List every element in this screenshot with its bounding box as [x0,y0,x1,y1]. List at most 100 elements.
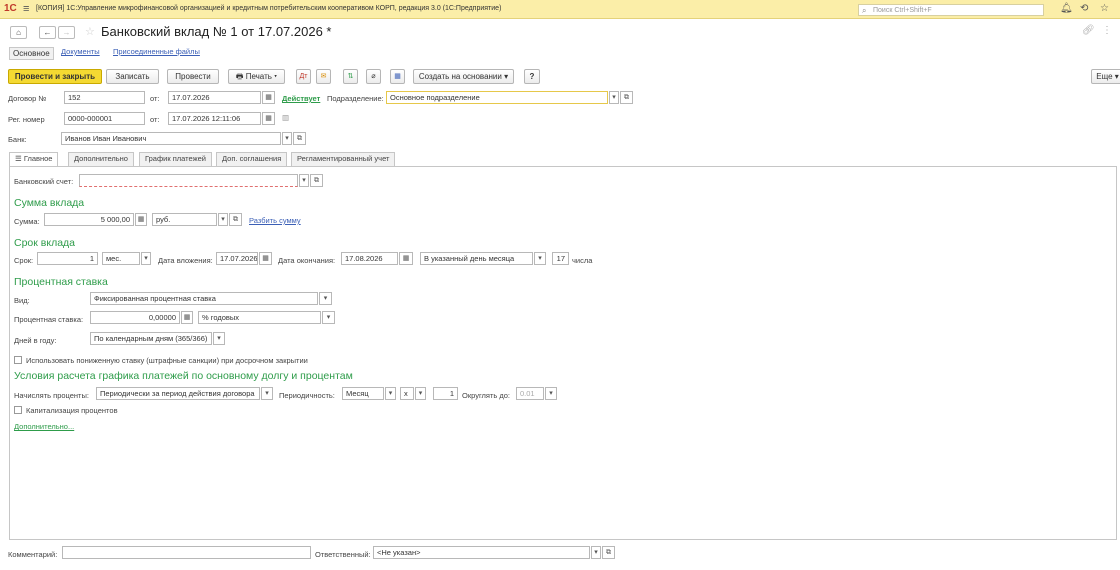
term-unit-dropdown-icon[interactable]: ▾ [141,252,151,265]
day-mode-field[interactable]: В указанный день месяца [420,252,533,265]
rate-calculator-icon[interactable]: ▦ [181,311,193,324]
end-calendar-icon[interactable]: ▦ [399,252,413,265]
period-field[interactable]: Месяц [342,387,384,400]
subtab-attached-files[interactable]: Присоединенные файлы [113,47,200,56]
split-sum-link[interactable]: Разбить сумму [249,216,301,225]
more-vertical-icon[interactable]: ⋮ [1102,25,1112,36]
day-suffix-label: числа [572,256,593,265]
placement-calendar-icon[interactable]: ▦ [259,252,272,265]
report-icon[interactable]: ▦ [390,69,405,84]
division-open-icon[interactable]: ⧉ [620,91,633,104]
reg-extra-icon[interactable]: ▥ [282,113,289,122]
favorites-star-icon[interactable]: ☆ [1100,3,1109,14]
printer-icon: 🖶︎ [235,72,246,81]
tab-payment-schedule[interactable]: График платежей [139,152,212,166]
print-button[interactable]: 🖶︎ Печать ▾ [228,69,285,84]
bell-icon[interactable]: 🔔︎ [1060,3,1073,14]
account-dropdown-icon[interactable]: ▾ [299,174,309,187]
rate-section-title: Процентная ставка [14,276,108,288]
global-search-input[interactable]: ⌕ Поиск Ctrl+Shift+F [858,4,1044,16]
placement-date-field[interactable]: 17.07.2026 [216,252,258,265]
subtab-documents[interactable]: Документы [61,47,100,56]
rate-unit-field[interactable]: % годовых [198,311,321,324]
account-open-icon[interactable]: ⧉ [310,174,323,187]
post-and-close-button[interactable]: Провести и закрыть [8,69,102,84]
currency-open-icon[interactable]: ⧉ [229,213,242,226]
account-label: Банковский счет: [14,177,74,186]
more-details-link[interactable]: Дополнительно... [14,422,74,431]
create-based-on-button[interactable]: Создать на основании ▾ [413,69,514,84]
accrue-label: Начислять проценты: [14,391,89,400]
link-icon[interactable]: 🔗︎ [1082,25,1095,36]
accrue-dropdown-icon[interactable]: ▾ [261,387,273,400]
term-field[interactable]: 1 [37,252,98,265]
tab-regulated-accounting[interactable]: Регламентированный учет [291,152,396,166]
capitalization-label: Капитализация процентов [26,406,118,415]
save-button[interactable]: Записать [106,69,159,84]
back-button[interactable]: ← [39,26,56,39]
menu-icon[interactable]: ≡ [23,3,29,15]
responsible-open-icon[interactable]: ⧉ [602,546,615,559]
subtab-main[interactable]: Основное [9,47,54,60]
day-number-field[interactable]: 17 [552,252,569,265]
bank-open-icon[interactable]: ⧉ [293,132,306,145]
comment-field[interactable] [62,546,311,559]
round-field[interactable]: 0.01 [516,387,544,400]
term-unit-field[interactable]: мес. [102,252,140,265]
attach-icon[interactable]: ⌀ [366,69,381,84]
multiplier-field[interactable]: х [400,387,414,400]
days-field[interactable]: По календарным дням (365/366) [90,332,212,345]
calculator-icon[interactable]: ▦ [135,213,147,226]
sum-label: Сумма: [14,217,40,226]
rate-field[interactable]: 0,00000 [90,311,180,324]
penalty-checkbox[interactable] [14,356,22,364]
contract-date-field[interactable]: 17.07.2026 [168,91,261,104]
post-button[interactable]: Провести [167,69,219,84]
history-icon[interactable]: ⟲ [1080,3,1088,14]
comment-label: Комментарий: [8,550,58,559]
division-field[interactable]: Основное подразделение [386,91,608,104]
currency-dropdown-icon[interactable]: ▾ [218,213,228,226]
bank-account-field[interactable] [79,174,298,187]
round-dropdown-icon[interactable]: ▾ [545,387,557,400]
end-date-field[interactable]: 17.08.2026 [341,252,398,265]
tab-agreements[interactable]: Доп. соглашения [216,152,288,166]
debit-credit-icon[interactable]: Дт [296,69,311,84]
home-button[interactable]: ⌂ [10,26,27,39]
favorite-star-icon[interactable]: ☆ [85,25,95,38]
tab-additional[interactable]: Дополнительно [68,152,134,166]
currency-field[interactable]: руб. [152,213,217,226]
round-label: Округлять до: [462,391,511,400]
rate-unit-dropdown-icon[interactable]: ▾ [322,311,335,324]
help-button[interactable]: ? [524,69,540,84]
rate-kind-field[interactable]: Фиксированная процентная ставка [90,292,318,305]
accrue-field[interactable]: Периодически за период действия договора [96,387,260,400]
day-mode-dropdown-icon[interactable]: ▾ [534,252,546,265]
more-button[interactable]: Еще ▾ [1091,69,1120,84]
reg-number-field[interactable]: 0000-000001 [64,112,145,125]
rate-kind-dropdown-icon[interactable]: ▾ [319,292,332,305]
reg-date-field[interactable]: 17.07.2026 12:11:06 [168,112,261,125]
responsible-dropdown-icon[interactable]: ▾ [591,546,601,559]
responsible-field[interactable]: <Не указан> [373,546,590,559]
bank-dropdown-icon[interactable]: ▾ [282,132,292,145]
capitalization-checkbox[interactable] [14,406,22,414]
status-link[interactable]: Действует [282,94,320,103]
tab-main[interactable]: ☰ Главное [9,152,59,167]
period-count-field[interactable]: 1 [433,387,458,400]
sum-field[interactable]: 5 000,00 [44,213,134,226]
multiplier-dropdown-icon[interactable]: ▾ [415,387,426,400]
contract-from-label: от: [150,94,160,103]
rate-label: Процентная ставка: [14,315,84,324]
period-dropdown-icon[interactable]: ▾ [385,387,396,400]
forward-button[interactable]: → [58,26,75,39]
reg-calendar-icon[interactable]: ▦ [262,112,275,125]
mail-icon[interactable]: ✉ [316,69,331,84]
bank-field[interactable]: Иванов Иван Иванович [61,132,281,145]
term-label: Срок: [14,256,34,265]
days-dropdown-icon[interactable]: ▾ [213,332,225,345]
division-dropdown-icon[interactable]: ▾ [609,91,619,104]
contract-number-field[interactable]: 152 [64,91,145,104]
structure-icon[interactable]: ⇅ [343,69,358,84]
calendar-icon[interactable]: ▦ [262,91,275,104]
